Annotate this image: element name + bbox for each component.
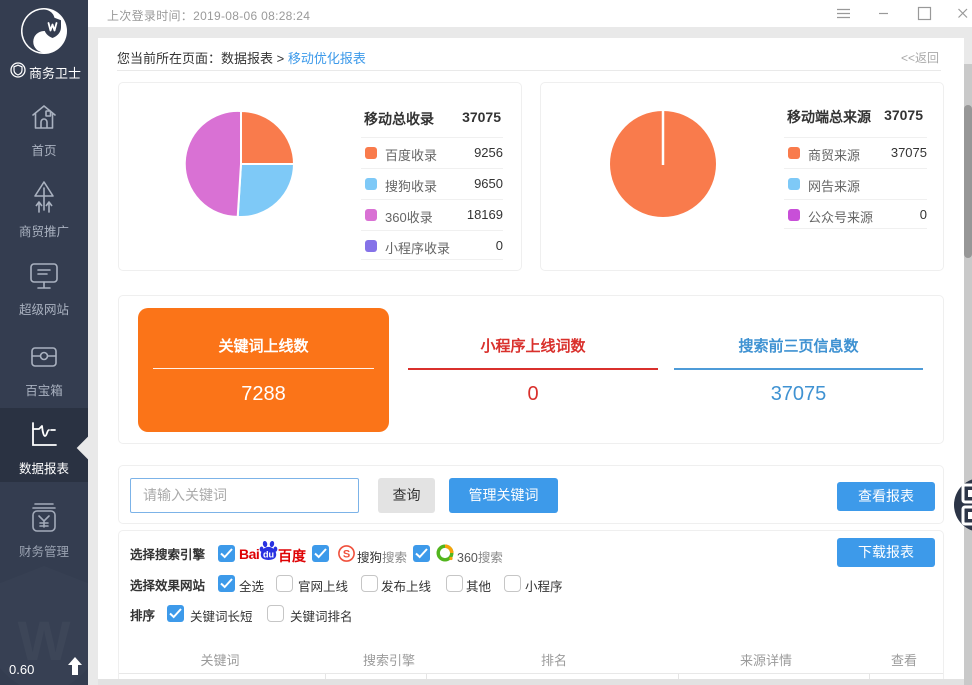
svg-text:du: du bbox=[263, 550, 274, 560]
svg-text:S: S bbox=[343, 549, 350, 561]
